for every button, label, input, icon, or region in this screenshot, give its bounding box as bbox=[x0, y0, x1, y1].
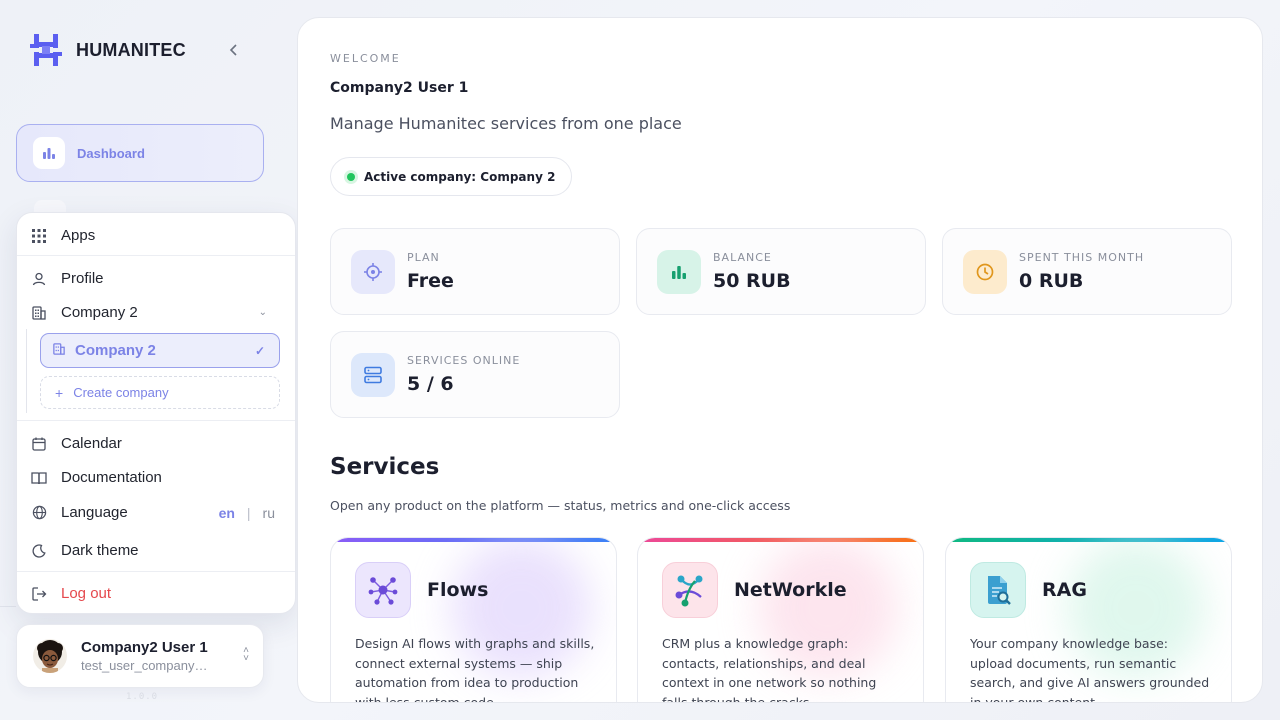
target-icon bbox=[351, 249, 395, 294]
document-search-icon bbox=[970, 562, 1026, 618]
divider bbox=[0, 606, 16, 607]
clock-icon bbox=[963, 249, 1007, 294]
stat-card-plan: PLAN Free bbox=[330, 228, 620, 315]
stat-label: PLAN bbox=[407, 251, 440, 264]
logout-icon bbox=[31, 586, 47, 602]
accent-bar bbox=[638, 538, 923, 542]
stat-card-balance: BALANCE 50 RUB bbox=[636, 228, 926, 315]
stat-value: Free bbox=[407, 270, 454, 292]
main-panel: WELCOME Company2 User 1 Manage Humanitec… bbox=[297, 17, 1263, 703]
user-icon bbox=[31, 271, 47, 287]
service-card-networkle[interactable]: NetWorkle CRM plus a knowledge graph: co… bbox=[637, 537, 924, 703]
sidebar-item-label: Dashboard bbox=[77, 145, 145, 161]
stat-label: BALANCE bbox=[713, 251, 772, 264]
menu-item-apps[interactable]: Apps bbox=[31, 227, 281, 244]
service-description: Design AI flows with graphs and skills, … bbox=[355, 636, 595, 703]
user-name: Company2 User 1 bbox=[81, 639, 208, 656]
user-card[interactable]: Company2 User 1 test_user_company… ˄ ˅ bbox=[16, 624, 264, 688]
welcome-eyebrow: WELCOME bbox=[330, 52, 401, 65]
menu-item-label: Calendar bbox=[61, 435, 122, 452]
chevron-down-icon: ⌄ bbox=[258, 307, 267, 318]
menu-item-label: Language bbox=[61, 504, 128, 521]
service-card-rag[interactable]: RAG Your company knowledge base: upload … bbox=[945, 537, 1232, 703]
menu-item-label: Log out bbox=[61, 585, 112, 602]
welcome-user-name: Company2 User 1 bbox=[330, 80, 469, 96]
plus-icon: + bbox=[55, 384, 64, 401]
service-card-flows[interactable]: Flows Design AI flows with graphs and sk… bbox=[330, 537, 617, 703]
create-company-label: Create company bbox=[73, 385, 169, 400]
grid-icon bbox=[31, 228, 47, 244]
calendar-icon bbox=[31, 436, 47, 452]
section-title: Services bbox=[330, 454, 440, 480]
menu-item-documentation[interactable]: Documentation bbox=[31, 469, 281, 486]
menu-item-label: Company 2 bbox=[61, 304, 138, 321]
menu-item-dark-theme[interactable]: Dark theme bbox=[31, 542, 281, 559]
building-icon bbox=[31, 305, 47, 321]
language-option-en[interactable]: en bbox=[219, 505, 235, 521]
service-name: Flows bbox=[427, 579, 489, 601]
networkle-logo-icon bbox=[662, 562, 718, 618]
humanitec-logo-icon bbox=[30, 34, 62, 66]
brand[interactable]: HUMANITEC bbox=[28, 32, 186, 68]
globe-icon bbox=[31, 505, 47, 521]
stat-label: SPENT THIS MONTH bbox=[1019, 251, 1145, 264]
app-version: 1.0.0 bbox=[126, 692, 159, 702]
section-subtitle: Open any product on the platform — statu… bbox=[330, 498, 791, 513]
stat-value: 5 / 6 bbox=[407, 373, 454, 395]
chevron-up-down-icon: ˄ ˅ bbox=[243, 645, 249, 664]
accent-bar bbox=[331, 538, 616, 542]
page-tagline: Manage Humanitec services from one place bbox=[330, 114, 682, 133]
language-option-ru[interactable]: ru bbox=[263, 505, 275, 521]
user-email: test_user_company… bbox=[81, 658, 208, 673]
user-info: Company2 User 1 test_user_company… bbox=[81, 639, 208, 673]
menu-item-label: Apps bbox=[61, 227, 96, 244]
accent-bar bbox=[946, 538, 1231, 542]
create-company-button[interactable]: + Create company bbox=[40, 376, 280, 409]
sidebar-item-dashboard[interactable]: Dashboard bbox=[16, 124, 264, 182]
language-switch: en | ru bbox=[219, 505, 275, 521]
book-open-icon bbox=[31, 470, 47, 486]
stat-label: SERVICES ONLINE bbox=[407, 354, 521, 367]
active-company-badge: Active company: Company 2 bbox=[330, 157, 573, 196]
active-company-label: Active company: Company 2 bbox=[364, 169, 556, 184]
stat-value: 0 RUB bbox=[1019, 270, 1084, 292]
bar-chart-icon bbox=[657, 249, 701, 294]
divider bbox=[17, 420, 295, 421]
chevron-left-icon bbox=[229, 44, 237, 56]
collapse-sidebar-button[interactable] bbox=[222, 38, 246, 62]
language-divider: | bbox=[246, 505, 251, 521]
bar-chart-icon bbox=[33, 137, 65, 169]
server-icon bbox=[351, 352, 395, 397]
menu-item-company[interactable]: Company 2 ⌄ bbox=[31, 304, 281, 321]
stat-card-services-online: SERVICES ONLINE 5 / 6 bbox=[330, 331, 620, 418]
company-option-label: Company 2 bbox=[75, 342, 156, 359]
stat-value: 50 RUB bbox=[713, 270, 791, 292]
menu-item-label: Dark theme bbox=[61, 542, 139, 559]
building-icon bbox=[53, 342, 65, 359]
menu-item-profile[interactable]: Profile bbox=[31, 270, 281, 287]
service-description: CRM plus a knowledge graph: contacts, re… bbox=[662, 636, 877, 703]
check-icon: ✓ bbox=[254, 343, 265, 358]
user-menu-popover: Apps Profile Company 2 ⌄ Company 2 ✓ + C… bbox=[16, 212, 296, 614]
company-option-selected[interactable]: Company 2 ✓ bbox=[40, 333, 280, 368]
moon-icon bbox=[31, 543, 47, 559]
avatar bbox=[33, 639, 67, 673]
network-nodes-icon bbox=[355, 562, 411, 618]
tree-line bbox=[26, 329, 27, 413]
menu-item-label: Profile bbox=[61, 270, 104, 287]
menu-item-label: Documentation bbox=[61, 469, 162, 486]
stat-card-spent: SPENT THIS MONTH 0 RUB bbox=[942, 228, 1232, 315]
brand-name: HUMANITEC bbox=[76, 39, 186, 60]
sidebar: HUMANITEC Dashboard Apps Profile Company… bbox=[0, 0, 296, 720]
service-name: RAG bbox=[1042, 579, 1087, 601]
menu-item-calendar[interactable]: Calendar bbox=[31, 435, 281, 452]
menu-item-logout[interactable]: Log out bbox=[31, 585, 281, 602]
divider bbox=[17, 255, 295, 256]
divider bbox=[17, 571, 295, 572]
service-description: Your company knowledge base: upload docu… bbox=[970, 636, 1210, 703]
service-name: NetWorkle bbox=[734, 579, 847, 601]
status-dot-icon bbox=[347, 172, 355, 181]
